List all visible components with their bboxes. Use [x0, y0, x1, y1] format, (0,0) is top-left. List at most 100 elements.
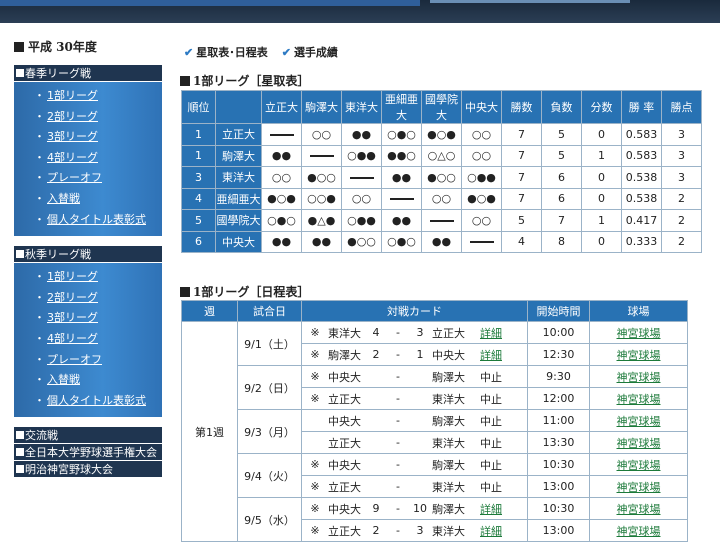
- detail-link[interactable]: 詳細: [480, 325, 524, 341]
- result-cell: ○●●: [461, 166, 502, 189]
- sidebar-link[interactable]: ・ 4部リーグ: [34, 329, 162, 350]
- result-cell: ○△○: [421, 144, 462, 167]
- top-banner: [0, 0, 720, 23]
- sidebar-link[interactable]: ・ 2部リーグ: [34, 288, 162, 309]
- note-mark: ※: [310, 370, 320, 384]
- result-cell: ●○○: [421, 166, 462, 189]
- tab-player-stats[interactable]: ✔ 選手成績: [282, 44, 338, 60]
- note-mark: ※: [310, 480, 320, 494]
- note-mark: ※: [310, 326, 320, 340]
- standings-header-cell: 中央大: [461, 90, 502, 124]
- team-cell: 中央大: [215, 230, 262, 253]
- note-mark: ※: [310, 502, 320, 516]
- sidebar-link[interactable]: ・個人タイトル表彰式: [34, 391, 162, 412]
- away-score: 1: [416, 348, 424, 362]
- venue-link[interactable]: 神宮球場: [617, 481, 661, 494]
- home-score: 2: [372, 524, 380, 538]
- away-team: 駒澤大: [432, 414, 465, 428]
- score-dash: -: [396, 326, 400, 340]
- sidebar-link[interactable]: ・ 3部リーグ: [34, 308, 162, 329]
- sidebar-link[interactable]: ・ 1部リーグ: [34, 86, 162, 107]
- standings-header-cell: [215, 90, 262, 124]
- result-cell: [301, 144, 342, 167]
- sidebar-link[interactable]: ・ 1部リーグ: [34, 267, 162, 288]
- result-cell: ●○○: [301, 166, 342, 189]
- standings-header-cell: 立正大: [261, 90, 302, 124]
- date-cell: 9/1（土）: [237, 321, 302, 367]
- result-cell: ●●: [381, 166, 422, 189]
- self-match-dash: [429, 219, 454, 222]
- venue-link[interactable]: 神宮球場: [617, 371, 661, 384]
- sidebar: 平成 30年度 春季リーグ戦・ 1部リーグ・ 2部リーグ・ 3部リーグ・ 4部リーグ・プ…: [14, 38, 162, 479]
- result-cell: ●●: [301, 230, 342, 253]
- sidebar-link[interactable]: ・個人タイトル表彰式: [34, 210, 162, 231]
- standings-header-cell: 勝点: [661, 90, 702, 124]
- schedule-row: 9/4（火） ※ 中央大 - 駒澤大 中止 10:30 神宮球場: [182, 453, 688, 499]
- stat-cell: 7: [501, 123, 542, 146]
- standings-header-cell: 負数: [541, 90, 582, 124]
- venue-cell: 神宮球場: [589, 343, 688, 367]
- venue-link[interactable]: 神宮球場: [617, 393, 661, 406]
- score-dash: -: [396, 392, 400, 406]
- sidebar-section-header[interactable]: 交流戦: [14, 427, 162, 445]
- schedule-row: 9/2（日） ※ 中央大 - 駒澤大 中止 9:30 神宮球場: [182, 365, 688, 411]
- score-dash: -: [396, 436, 400, 450]
- start-time-cell: 9:30: [527, 365, 590, 389]
- sidebar-link[interactable]: ・入替戦: [34, 370, 162, 391]
- bullet-icon: ・: [34, 393, 45, 407]
- square-icon: [16, 250, 24, 259]
- venue-link[interactable]: 神宮球場: [617, 503, 661, 516]
- venue-link[interactable]: 神宮球場: [617, 415, 661, 428]
- sidebar-link[interactable]: ・ 4部リーグ: [34, 148, 162, 169]
- venue-link[interactable]: 神宮球場: [617, 437, 661, 450]
- result-cell: [461, 230, 502, 253]
- home-team: 立正大: [328, 436, 361, 450]
- venue-link[interactable]: 神宮球場: [617, 327, 661, 340]
- stat-cell: 0.538: [621, 166, 662, 189]
- sidebar-section-header[interactable]: 春季リーグ戦: [14, 65, 162, 82]
- home-team: 中央大: [328, 370, 361, 384]
- venue-link[interactable]: 神宮球場: [617, 459, 661, 472]
- tab-standings-schedule[interactable]: ✔ 星取表･日程表: [184, 44, 268, 60]
- schedule-row: 9/3（月） 中央大 - 駒澤大 中止 11:00 神宮球場: [182, 409, 688, 455]
- sidebar-link[interactable]: ・ 3部リーグ: [34, 127, 162, 148]
- standings-header-cell: 分数: [581, 90, 622, 124]
- stat-cell: 0.333: [621, 230, 662, 253]
- result-cell: ●○○: [341, 230, 382, 253]
- sidebar-section-header[interactable]: 秋季リーグ戦: [14, 246, 162, 264]
- detail-link[interactable]: 詳細: [480, 523, 524, 539]
- sidebar-link[interactable]: ・プレーオフ: [34, 350, 162, 371]
- start-time-cell: 13:00: [527, 519, 590, 542]
- result-cell: ●●: [341, 123, 382, 146]
- sidebar-link[interactable]: ・ 2部リーグ: [34, 107, 162, 128]
- match-card: ※ 中央大 - 駒澤大 中止: [301, 365, 528, 389]
- stat-cell: 6: [541, 187, 582, 210]
- match-card: ※ 中央大 9 -10 駒澤大 詳細: [301, 497, 528, 521]
- stat-cell: 3: [661, 144, 702, 167]
- standings-header-cell: 勝数: [501, 90, 542, 124]
- home-score: 9: [372, 502, 380, 516]
- note-mark: ※: [310, 524, 320, 538]
- sidebar-link[interactable]: ・入替戦: [34, 189, 162, 210]
- away-team: 東洋大: [432, 436, 465, 450]
- schedule-header-cell: 対戦カード: [301, 299, 528, 323]
- start-time-cell: 13:30: [527, 431, 590, 455]
- venue-link[interactable]: 神宮球場: [617, 525, 661, 538]
- status-text: 中止: [480, 392, 502, 406]
- result-cell: [381, 187, 422, 210]
- detail-link[interactable]: 詳細: [480, 501, 524, 517]
- match-card: ※ 駒澤大 2 - 1 中央大 詳細: [301, 343, 528, 367]
- away-team: 駒澤大: [432, 502, 465, 516]
- sidebar-section-header[interactable]: 全日本大学野球選手権大会: [14, 444, 162, 462]
- match-card: ※ 立正大 - 東洋大 中止: [301, 387, 528, 411]
- standings-header-cell: 國學院大: [421, 90, 462, 124]
- sidebar-link-list: ・ 1部リーグ・ 2部リーグ・ 3部リーグ・ 4部リーグ・プレーオフ・入替戦・個人タイト…: [14, 263, 162, 418]
- venue-link[interactable]: 神宮球場: [617, 349, 661, 362]
- detail-link[interactable]: 詳細: [480, 347, 524, 363]
- sidebar-link[interactable]: ・プレーオフ: [34, 168, 162, 189]
- result-cell: ○○: [461, 209, 502, 232]
- home-score: 4: [372, 326, 380, 340]
- home-team: 駒澤大: [328, 348, 361, 362]
- sidebar-section-header[interactable]: 明治神宮野球大会: [14, 461, 162, 479]
- bullet-icon: ・: [34, 191, 45, 205]
